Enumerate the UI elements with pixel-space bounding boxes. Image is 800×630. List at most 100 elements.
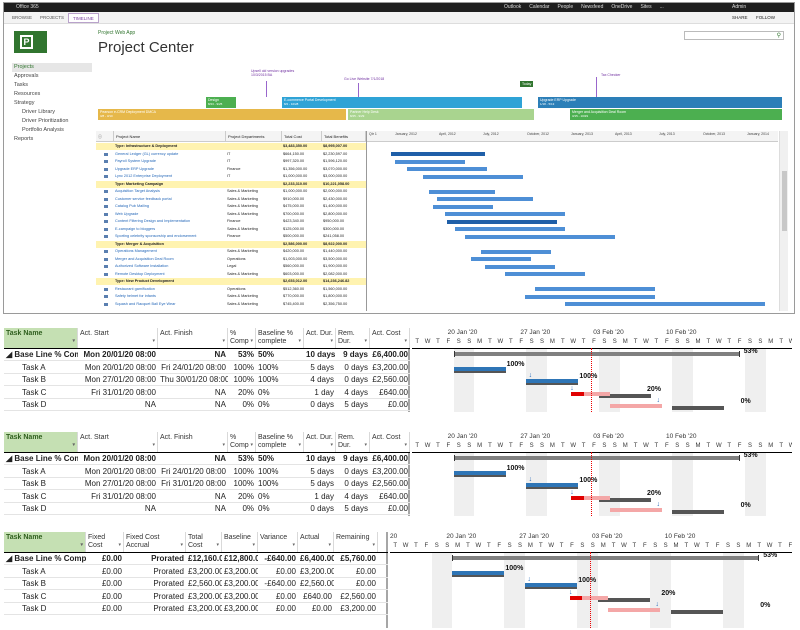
task-name[interactable]: ◢ Base Line % Complete	[4, 349, 78, 361]
chevron-down-icon[interactable]: ▾	[72, 441, 75, 449]
chevron-down-icon[interactable]: ▾	[222, 441, 225, 449]
column-header-act-start[interactable]: Act. Start ▾	[78, 432, 158, 452]
task-bar[interactable]	[452, 570, 505, 575]
gantt-bar[interactable]	[437, 197, 533, 201]
task-bar[interactable]	[582, 595, 609, 600]
table-row[interactable]: E-campaign to bloggers Sales & Marketing $…	[96, 226, 366, 233]
col-total-cost[interactable]: Total Cost	[282, 131, 322, 141]
project-name[interactable]: Lync 2012 Enterprise Deployment	[114, 173, 226, 180]
chevron-down-icon[interactable]: ▾	[404, 441, 407, 449]
project-name[interactable]: Type: Marketing Campaign	[114, 181, 226, 188]
task-bar[interactable]	[571, 391, 584, 396]
project-name[interactable]: Authorized Software Installation	[114, 263, 226, 270]
gantt-bar[interactable]	[407, 167, 487, 171]
project-name[interactable]: Remote Desktop Deployment	[114, 271, 226, 278]
column-header-baseline[interactable]: Baseline ▾	[222, 532, 258, 552]
column-header-act-cost[interactable]: Act. Cost ▾	[370, 432, 410, 452]
task-row[interactable]: Task D £0.00 Prorated £3,200.00 £3,200.00 £0.…	[4, 603, 388, 615]
column-header--comp[interactable]: % Comp ▾	[228, 432, 256, 452]
task-row[interactable]: Task C Fri 31/01/20 08:00 NA 20% 0% 1 day 4 da…	[4, 491, 410, 503]
gantt-bar[interactable]	[471, 257, 531, 261]
chevron-down-icon[interactable]: ▾	[330, 441, 333, 449]
column-header-actual[interactable]: Actual ▾	[298, 532, 334, 552]
summary-row[interactable]: ◢ Base Line % Complete £0.00 Prorated £12,1…	[4, 553, 388, 565]
gantt-bar[interactable]	[485, 264, 555, 269]
timeline-bar[interactable]: Merger and Acquisition Deal Room 3/15 - 1…	[570, 109, 782, 120]
summary-bar[interactable]	[453, 352, 740, 356]
summary-row[interactable]: ◢ Base Line % Complete Mon 20/01/20 08:00…	[4, 453, 410, 465]
chevron-down-icon[interactable]: ▾	[298, 337, 301, 345]
task-row[interactable]: Task C £0.00 Prorated £3,200.00 £3,200.00 £0.…	[4, 591, 388, 603]
sidebar-item[interactable]: Tasks	[12, 81, 92, 90]
column-header-task-name[interactable]: Task Name ▾	[4, 432, 78, 452]
tab-timeline[interactable]: TIMELINE	[68, 13, 99, 23]
column-header-act-cost[interactable]: Act. Cost ▾	[370, 328, 410, 348]
table-row[interactable]: Restaurant gamification Operations $512,36…	[96, 286, 366, 293]
project-name[interactable]: Sporting celebrity sponsorship and endor…	[114, 233, 226, 240]
tab-browse[interactable]: BROWSE	[8, 13, 36, 23]
table-row[interactable]: General Ledger (GL) currency update IT $66…	[96, 151, 366, 158]
project-name[interactable]: Web Upgrade	[114, 211, 226, 218]
task-name[interactable]: Task A	[4, 362, 78, 374]
task-row[interactable]: Task A £0.00 Prorated £3,200.00 £3,200.00 £0.…	[4, 566, 388, 578]
table-row[interactable]: Content Filtering Design and Implementat…	[96, 218, 366, 225]
gantt-bar[interactable]	[565, 302, 765, 306]
chevron-down-icon[interactable]: ▾	[298, 441, 301, 449]
chevron-down-icon[interactable]: ▾	[180, 541, 183, 549]
task-row[interactable]: Task D NA NA 0% 0% 0 days 5 days £0.00	[4, 399, 410, 411]
task-bar[interactable]	[525, 583, 578, 587]
column-header-task-name[interactable]: Task Name ▾	[4, 328, 78, 348]
chevron-down-icon[interactable]: ▾	[252, 541, 255, 549]
column-header--comp[interactable]: % Comp ▾	[228, 328, 256, 348]
column-header-act-dur[interactable]: Act. Dur. ▾	[304, 432, 336, 452]
task-bar[interactable]	[453, 470, 506, 475]
gantt-bar[interactable]	[465, 234, 615, 239]
o365-nav-item[interactable]: ...	[660, 3, 664, 12]
table-row[interactable]: Lync 2012 Enterprise Deployment IT $1,000,…	[96, 173, 366, 180]
user-menu[interactable]: Admin	[732, 3, 746, 12]
task-row[interactable]: Task A Mon 20/01/20 08:00 Fri 24/01/20 08:…	[4, 362, 410, 374]
project-name[interactable]: Type: Merger & Acquisition	[114, 241, 226, 248]
column-header-variance[interactable]: Variance ▾	[258, 532, 298, 552]
search-icon[interactable]: ⚲	[777, 32, 781, 40]
gantt-bar[interactable]	[395, 159, 465, 164]
gantt-bar[interactable]	[433, 204, 493, 209]
tab-projects[interactable]: PROJECTS	[36, 13, 68, 23]
table-row[interactable]: Sporting celebrity sponsorship and endor…	[96, 233, 366, 240]
col-project-name[interactable]: Project Name	[114, 131, 226, 141]
project-name[interactable]: Type: New Product Development	[114, 278, 226, 285]
task-bar[interactable]	[453, 366, 506, 371]
project-name[interactable]: Operations Management	[114, 248, 226, 255]
chevron-down-icon[interactable]: ▾	[152, 441, 155, 449]
gantt-bar[interactable]	[447, 219, 557, 224]
gantt-bar[interactable]	[505, 272, 585, 276]
task-bar[interactable]	[609, 404, 662, 408]
project-name[interactable]: Safety helmet for infants	[114, 293, 226, 300]
table-row[interactable]: Authorized Software Installation Legal $56…	[96, 263, 366, 270]
chevron-down-icon[interactable]: ▾	[250, 441, 253, 449]
column-header-baseline-complete[interactable]: Baseline % complete ▾	[256, 328, 304, 348]
chevron-down-icon[interactable]: ▾	[328, 541, 331, 549]
column-header-rem-dur[interactable]: Rem. Dur. ▾	[336, 328, 370, 348]
task-name[interactable]: ◢ Base Line % Complete	[4, 553, 86, 565]
chevron-down-icon[interactable]: ▾	[80, 541, 83, 549]
project-name[interactable]: Customer service feedback portal	[114, 196, 226, 203]
summary-row[interactable]: ◢ Base Line % Complete Mon 20/01/20 08:00…	[4, 349, 410, 361]
col-departments[interactable]: Project Departments	[226, 131, 282, 141]
col-total-benefits[interactable]: Total Benefits	[322, 131, 366, 141]
timeline-bar[interactable]: Design 8/23 - 9/25	[206, 97, 236, 108]
task-row[interactable]: Task B Mon 27/01/20 08:00 Thu 30/01/20 08:…	[4, 374, 410, 386]
task-name[interactable]: ◢ Base Line % Complete	[4, 453, 78, 465]
share-button[interactable]: SHARE	[732, 12, 748, 24]
column-header-fixed-cost[interactable]: Fixed Cost ▾	[86, 532, 124, 552]
table-row[interactable]: Safety helmet for infants Sales & Marketi…	[96, 293, 366, 300]
task-row[interactable]: Task B Mon 27/01/20 08:00 Fri 31/01/20 08:…	[4, 478, 410, 490]
task-bar[interactable]	[526, 483, 579, 487]
column-header-act-finish[interactable]: Act. Finish ▾	[158, 328, 228, 348]
group-row[interactable]: Type: New Product Development $2,653,012.…	[96, 278, 366, 285]
o365-nav-item[interactable]: OneDrive	[611, 3, 632, 12]
column-header-remaining[interactable]: Remaining ▾	[334, 532, 378, 552]
gantt-bar[interactable]	[391, 152, 485, 156]
search-input[interactable]: ⚲	[684, 31, 784, 40]
project-name[interactable]: Type: Infrastructure & Deployment	[114, 143, 226, 150]
